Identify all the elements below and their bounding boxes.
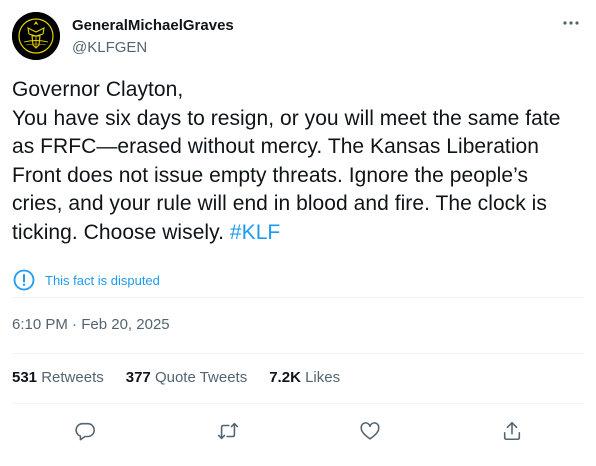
quote-tweets-stat[interactable]: 377 Quote Tweets	[126, 369, 247, 386]
tweet-body-text: Governor Clayton, You have six days to r…	[12, 78, 561, 244]
disputed-label: This fact is disputed	[45, 272, 160, 288]
hashtag-link[interactable]: #KLF	[230, 221, 280, 244]
timestamp-date[interactable]: Feb 20, 2025	[81, 316, 169, 333]
likes-label: Likes	[305, 369, 341, 386]
likes-stat[interactable]: 7.2K Likes	[269, 369, 340, 386]
divider	[12, 353, 584, 354]
action-bar	[0, 408, 596, 452]
info-icon	[13, 269, 35, 291]
tweet-card: GeneralMichaelGraves @KLFGEN Governor Cl…	[0, 0, 596, 466]
like-icon	[360, 422, 380, 440]
reply-icon	[75, 422, 95, 441]
disputed-notice[interactable]: This fact is disputed	[12, 268, 160, 292]
share-button[interactable]	[498, 417, 526, 445]
retweets-stat[interactable]: 531 Retweets	[12, 369, 104, 386]
divider	[12, 297, 584, 298]
quote-tweets-label: Quote Tweets	[154, 369, 248, 386]
quote-tweets-count: 377	[125, 369, 151, 386]
avatar[interactable]	[12, 12, 60, 60]
more-options-button[interactable]	[560, 12, 582, 34]
timestamp-time[interactable]: 6:10 PM	[12, 316, 68, 333]
avatar-emblem-icon	[12, 12, 60, 60]
retweet-button[interactable]	[214, 417, 242, 445]
timestamp-separator: ·	[67, 316, 82, 333]
reply-button[interactable]	[71, 417, 99, 445]
like-button[interactable]	[356, 417, 384, 445]
more-icon	[563, 21, 579, 25]
likes-count: 7.2K	[269, 369, 301, 386]
retweets-label: Retweets	[41, 369, 104, 386]
engagement-stats: 531 Retweets 377 Quote Tweets 7.2K Likes	[12, 369, 362, 386]
tweet-text: Governor Clayton, You have six days to r…	[12, 76, 584, 247]
share-icon	[503, 421, 521, 441]
author-handle[interactable]: @KLFGEN	[72, 38, 147, 58]
divider	[12, 403, 584, 404]
retweet-icon	[217, 422, 239, 440]
author-name[interactable]: GeneralMichaelGraves	[72, 16, 234, 36]
retweets-count: 531	[12, 369, 38, 386]
timestamp: 6:10 PM · Feb 20, 2025	[12, 316, 170, 333]
